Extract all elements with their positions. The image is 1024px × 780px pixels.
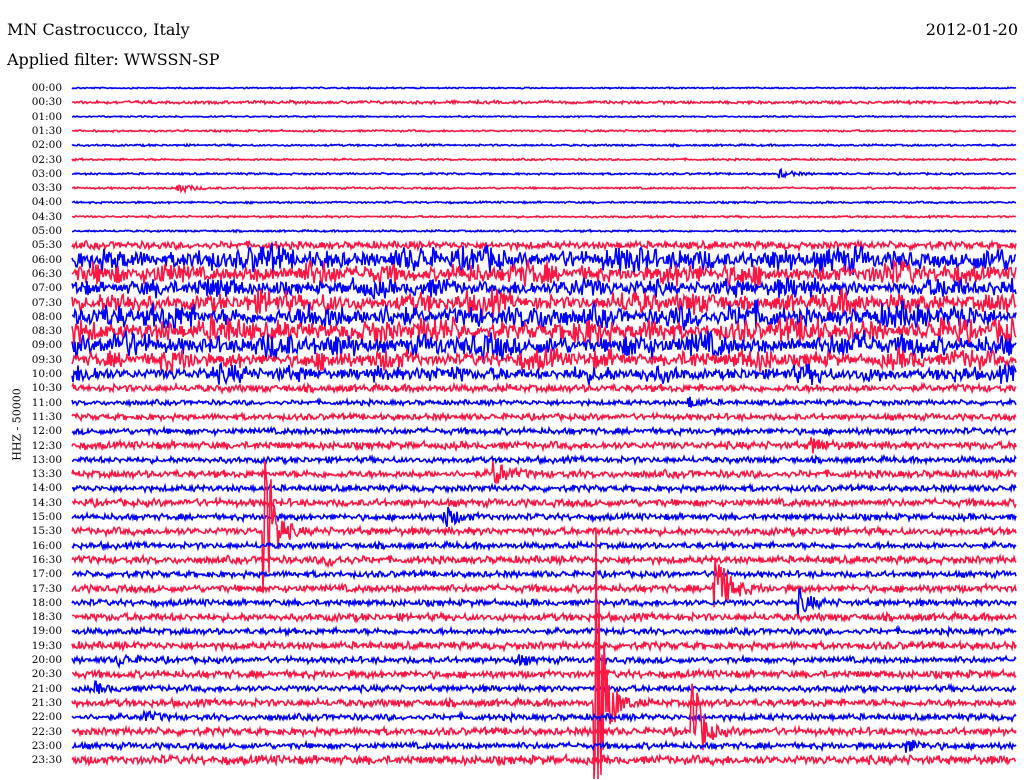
trace-row: [71, 653, 1017, 670]
trace-row: [71, 680, 1017, 695]
trace-row: [71, 214, 1017, 220]
trace-row: [71, 238, 1017, 253]
trace-row: [71, 424, 1017, 438]
trace-row: [71, 553, 1017, 569]
trace-row: [71, 85, 1017, 91]
trace-row: [72, 228, 1017, 234]
trace-row: [71, 527, 1017, 780]
trace-row: [71, 142, 1017, 148]
trace-row: [71, 609, 1017, 624]
trace-row: [71, 114, 1017, 119]
trace-row: [71, 539, 1017, 552]
trace-row: [71, 667, 1017, 682]
trace-row: [71, 453, 1017, 466]
trace-row: [71, 638, 1017, 653]
trace-row: [71, 568, 1017, 581]
trace-row: [71, 495, 1017, 510]
trace-row: [71, 98, 1017, 106]
trace-row: [71, 381, 1017, 395]
trace-row: [71, 752, 1017, 768]
trace-row: [71, 199, 1017, 205]
trace-row: [71, 184, 1017, 195]
trace-row: [71, 506, 1017, 528]
trace-row: [71, 708, 1017, 724]
helicorder-plot: [71, 85, 1017, 780]
trace-row: [71, 437, 1017, 454]
trace-row: [71, 396, 1017, 409]
trace-row: [71, 156, 1017, 163]
trace-row: [71, 410, 1017, 424]
trace-row: [71, 739, 1017, 753]
trace-row: [71, 482, 1017, 495]
trace-row: [71, 461, 1017, 485]
trace-row: [71, 128, 1017, 134]
helicorder-page: MN Castrocucco, Italy 2012-01-20 Applied…: [0, 0, 1024, 780]
trace-row: [71, 167, 1017, 179]
trace-row: [71, 624, 1017, 638]
